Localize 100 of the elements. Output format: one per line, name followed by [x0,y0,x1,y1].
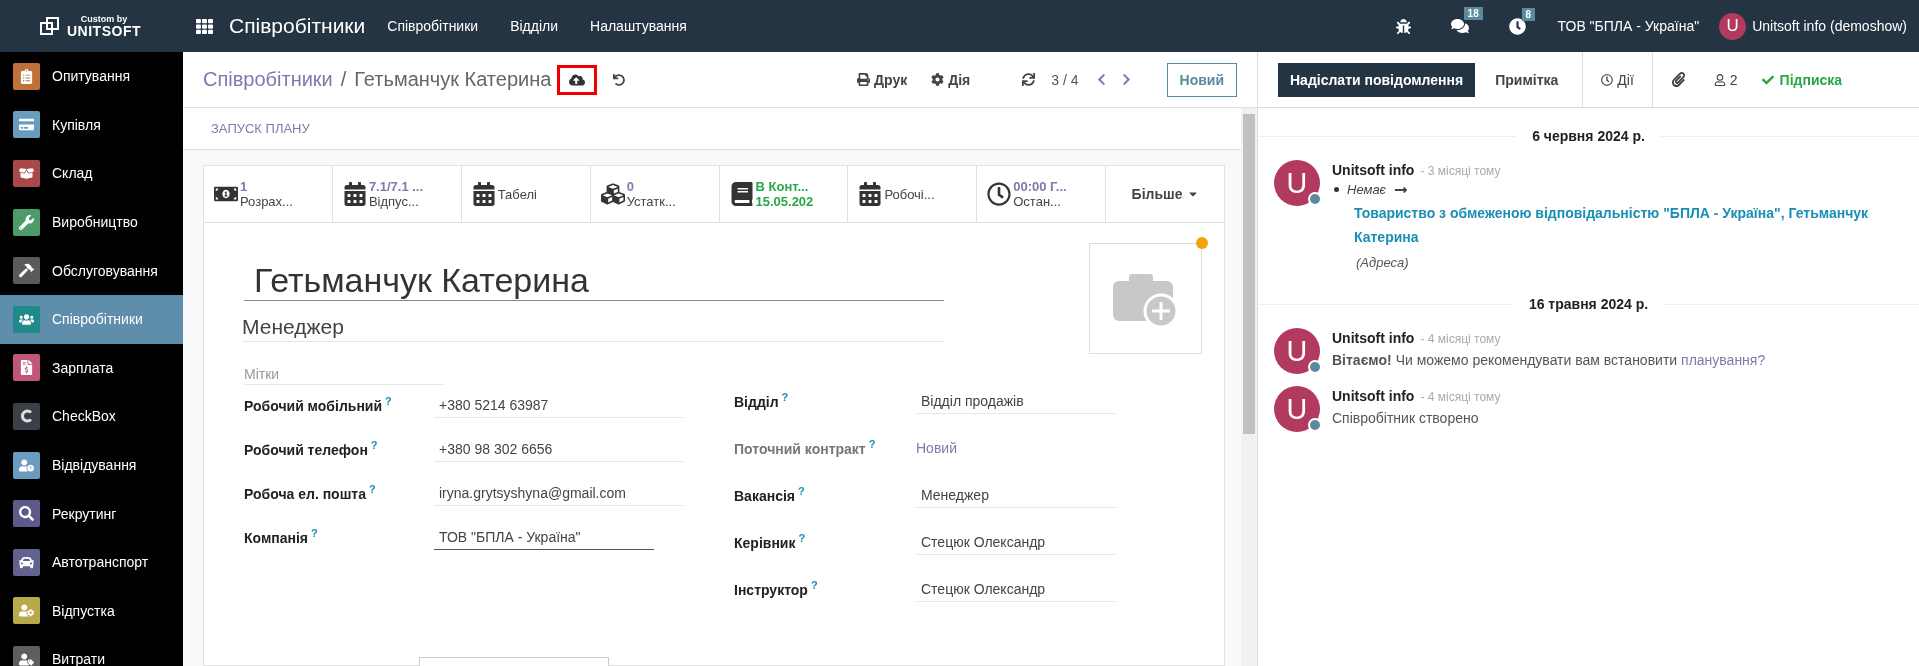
followers-button[interactable]: 2 [1703,52,1748,107]
sidebar-item[interactable]: Співробітники [0,294,183,344]
count-badge: 8 [1521,7,1536,21]
input-field[interactable]: Стецюк Олександр [916,573,1116,602]
calendar-icon [858,182,883,206]
job-title-field[interactable]: Менеджер [242,301,944,342]
new-value-link[interactable]: Товариство з обмеженою відповідальністю "БПЛА - Україна", Гетьманчук Катерина [1332,201,1892,249]
clock-icon[interactable] [1508,17,1526,35]
count-badge: 18 [1463,7,1483,20]
message-time: - 3 місяці тому [1420,164,1501,178]
sidebar-item[interactable]: Обслуговування [0,246,183,295]
sidebar-item[interactable]: Відпустка [0,586,183,636]
cloud-upload-icon [569,71,586,88]
message-time: - 4 місяці тому [1420,332,1501,346]
calendar-icon [342,182,367,206]
old-value: Немає [1347,182,1387,197]
field-label: Поточний контракт $^{?}$ [734,437,877,457]
chatter-tab[interactable]: Примітка [1483,62,1571,97]
scrollbar[interactable] [1241,108,1257,666]
message-body: Вітаємо! Чи можемо рекомендувати вам встановити планування? [1332,352,1766,368]
planning-link[interactable]: планування? [1681,352,1766,368]
undo-icon [613,73,626,86]
field-label: Вакансія $^{?}$ [734,484,806,504]
clipboard-icon [19,68,34,84]
avatar: U [1274,328,1320,374]
date-separator: 16 травня 2024 р. [1527,296,1650,312]
save-button[interactable] [557,64,598,95]
app-title: Співробітники [229,14,366,38]
sidebar-item[interactable]: Автотранспорт [0,537,183,587]
logo-icon [39,15,61,37]
status-dot [1308,360,1322,374]
input-field[interactable]: +380 5214 63987 [434,389,684,418]
input-field[interactable]: iryna.grytsyshyna@gmail.com [434,477,684,506]
invoice-icon [19,360,34,376]
menu-item[interactable]: Відділи [510,18,559,34]
user-tag-icon [19,651,34,666]
new-button[interactable]: Новий [1166,62,1237,97]
input-field[interactable]: Стецюк Олександр [916,526,1116,555]
sidebar-item[interactable]: Зарплата [0,343,183,393]
car-icon [19,554,34,570]
sidebar-item[interactable]: Купівля [0,100,183,150]
sidebar-item[interactable]: Склад [0,149,183,198]
gear-icon [931,73,945,86]
hammer-icon [19,263,34,279]
sidebar-item[interactable]: Виробництво [0,197,183,247]
field-label: Робочий мобільний $^{?}$ [244,394,393,414]
calendar-icon [471,182,496,206]
input-field[interactable]: Менеджер [916,479,1116,508]
input-field[interactable]: Відділ продажів [916,385,1116,414]
card-icon [19,117,34,133]
bullet-dot [1334,187,1339,192]
print-button[interactable]: Друк [851,67,914,92]
field-label: Керівник $^{?}$ [734,531,807,551]
person-icon [1713,73,1726,86]
message-author: Unitsoft info [1332,162,1415,178]
sidebar-item[interactable]: Рекрутинг [0,489,183,538]
action-button[interactable]: Дія [925,67,977,92]
name-field[interactable]: Гетьманчук Катерина [244,261,944,301]
cubes-icon [600,182,625,206]
box-icon [19,166,34,181]
c-letter-icon [18,408,35,425]
message-author: Unitsoft info [1332,330,1415,346]
date-separator: 6 червня 2024 р. [1531,128,1646,144]
refresh-icon [1022,73,1036,86]
user-clock-icon [19,457,34,473]
message-time: - 4 місяці тому [1420,390,1501,404]
message-author: Unitsoft info [1332,388,1415,404]
sidebar-item[interactable]: Опитування [0,52,183,101]
field-label: Робоча ел. пошта $^{?}$ [244,482,377,502]
apps-menu-icon[interactable] [196,17,213,35]
field-label: Інструктор $^{?}$ [734,578,819,598]
launch-plan-button[interactable]: ЗАПУСК ПЛАНУ [211,121,310,136]
clock-icon [987,182,1012,206]
breadcrumb-link[interactable]: Співробітники [203,68,333,91]
user-gear-icon [19,603,34,619]
contract-link[interactable]: Новий [916,432,957,460]
user-avatar[interactable]: U [1719,12,1747,40]
printer-icon [857,73,871,86]
field-label: Робочий телефон $^{?}$ [244,438,379,458]
menu-item[interactable]: Налаштування [590,18,687,34]
select-field[interactable]: ТОВ "БПЛА - Україна" [434,521,654,550]
menu-item[interactable]: Співробітники [387,18,479,34]
brand-caption: Custom by [80,14,128,24]
chatter-tab[interactable]: Надіслати повідомлення [1278,62,1476,97]
check-icon [1761,73,1774,86]
avatar: U [1274,386,1320,432]
chat-icon[interactable] [1450,17,1469,35]
sidebar-item[interactable]: CheckBox [0,392,183,441]
breadcrumb-separator: / [340,68,347,91]
company-switcher[interactable]: ТОВ "БПЛА - Україна" [1557,18,1700,34]
breadcrumb-current: Гетьманчук Катерина [354,68,552,91]
sidebar-item[interactable]: Відвідування [0,440,183,490]
book-icon [729,182,754,206]
people-icon [19,311,34,327]
pager-value: 3 / 4 [1051,71,1079,88]
user-menu[interactable]: Unitsoft info (demoshow) [1752,18,1907,34]
wrench-icon [19,214,34,230]
search-icon [19,506,34,522]
bug-icon[interactable] [1395,18,1411,34]
input-field[interactable]: +380 98 302 6656 [434,433,684,462]
